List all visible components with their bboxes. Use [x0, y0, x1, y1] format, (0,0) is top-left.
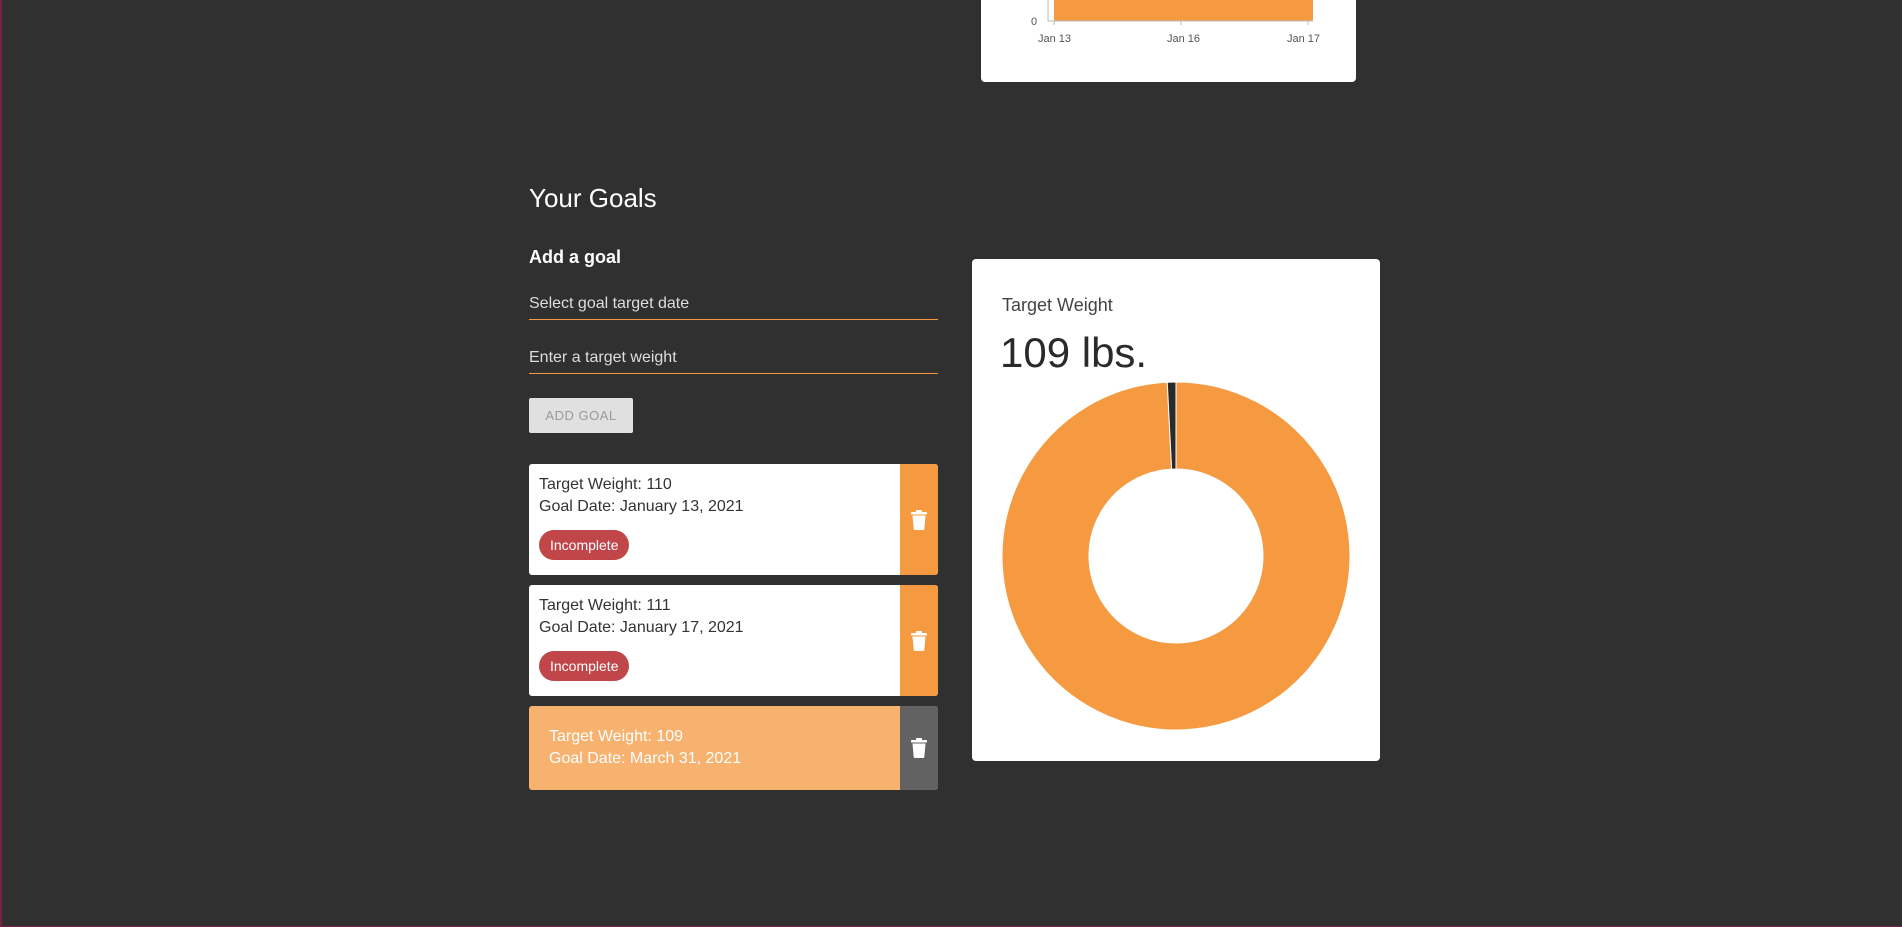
weight-bar-chart: 0 Jan 13 Jan 16 Jan 17 — [1031, 0, 1320, 45]
trash-icon — [911, 630, 927, 651]
goals-title: Your Goals — [529, 183, 657, 213]
x-tick-label: Jan 17 — [1287, 33, 1320, 45]
status-badge: Incomplete — [539, 530, 630, 560]
target-weight-donut — [1001, 381, 1351, 731]
add-goal-button[interactable]: ADD GOAL — [529, 398, 633, 433]
trash-icon — [911, 509, 927, 530]
page: 0 Jan 13 Jan 16 Jan 17 Your Goals Add a … — [0, 0, 1902, 927]
goal-weight-field — [529, 344, 938, 374]
weight-chart-card: 0 Jan 13 Jan 16 Jan 17 — [981, 0, 1356, 82]
goal-card[interactable]: Target Weight: 110 Goal Date: January 13… — [529, 464, 938, 575]
goal-date: Goal Date: January 17, 2021 — [539, 619, 744, 636]
delete-goal-button[interactable] — [900, 706, 938, 790]
goal-card[interactable]: Target Weight: 111 Goal Date: January 17… — [529, 585, 938, 696]
delete-goal-button[interactable] — [900, 464, 938, 575]
trash-icon — [911, 738, 927, 758]
status-badge: Incomplete — [539, 651, 630, 681]
add-goal-heading: Add a goal — [529, 247, 622, 267]
goal-date: Goal Date: January 13, 2021 — [539, 498, 744, 515]
goal-card-body: Target Weight: 109 Goal Date: March 31, … — [549, 726, 741, 770]
delete-goal-button[interactable] — [900, 585, 938, 696]
goal-target-weight: Target Weight: 110 — [539, 476, 672, 493]
x-tick-label: Jan 16 — [1167, 33, 1200, 45]
goal-card-body: Target Weight: 110 Goal Date: January 13… — [539, 474, 744, 560]
x-tick-label: Jan 13 — [1038, 33, 1071, 45]
goal-target-weight: Target Weight: 111 — [539, 597, 671, 614]
goal-card-body: Target Weight: 111 Goal Date: January 17… — [539, 595, 744, 681]
goal-date: Goal Date: March 31, 2021 — [549, 750, 742, 767]
target-weight-input[interactable] — [529, 344, 938, 372]
target-weight-card: Target Weight 109 lbs. — [972, 259, 1380, 761]
goal-date-field — [529, 290, 938, 320]
goal-date-input[interactable] — [529, 290, 938, 318]
y-tick-label: 0 — [1031, 16, 1037, 28]
chart-bar — [1054, 0, 1313, 21]
goal-target-weight: Target Weight: 109 — [549, 728, 684, 745]
goal-card-selected[interactable]: Target Weight: 109 Goal Date: March 31, … — [529, 706, 938, 790]
